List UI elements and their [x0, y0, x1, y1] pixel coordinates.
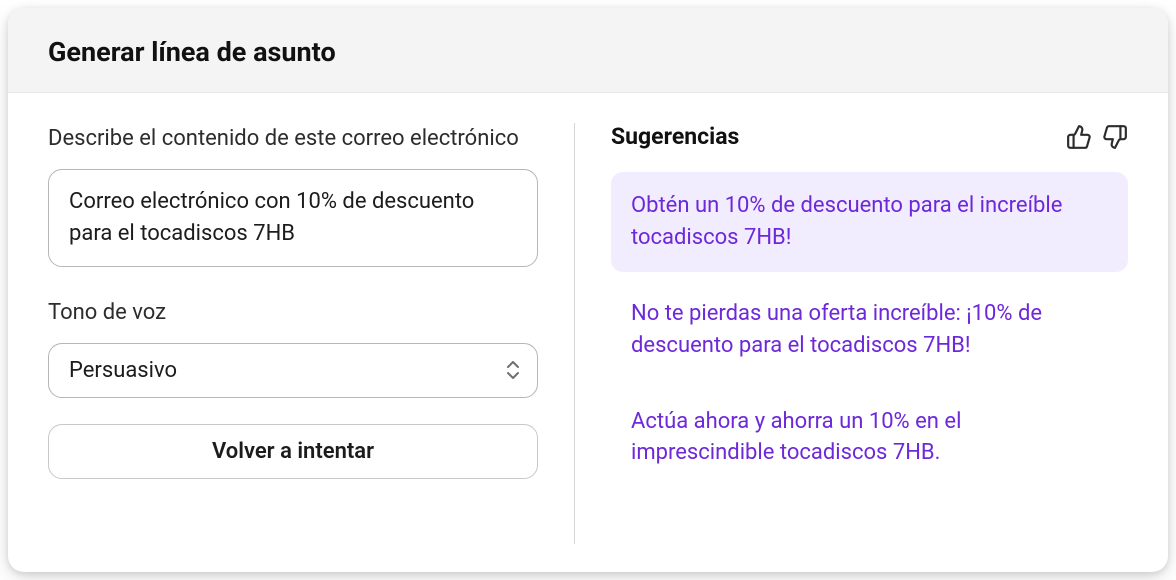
- subject-line-generator-card: Generar línea de asunto Describe el cont…: [8, 8, 1168, 572]
- tone-select-wrapper: Persuasivo: [48, 343, 538, 398]
- suggestion-item[interactable]: Actúa ahora y ahorra un 10% en el impres…: [611, 388, 1128, 488]
- suggestion-item[interactable]: Obtén un 10% de descuento para el increí…: [611, 172, 1128, 272]
- email-description-input[interactable]: Correo electrónico con 10% de descuento …: [48, 169, 538, 267]
- card-body: Describe el contenido de este correo ele…: [8, 93, 1168, 572]
- form-panel: Describe el contenido de este correo ele…: [48, 123, 568, 544]
- thumbs-up-icon[interactable]: [1066, 124, 1092, 150]
- suggestions-header: Sugerencias: [611, 123, 1128, 150]
- card-header: Generar línea de asunto: [8, 8, 1168, 93]
- suggestions-panel: Sugerencias: [581, 123, 1128, 544]
- description-label: Describe el contenido de este correo ele…: [48, 123, 538, 155]
- card-title: Generar línea de asunto: [48, 36, 1128, 68]
- retry-button[interactable]: Volver a intentar: [48, 424, 538, 479]
- suggestions-title: Sugerencias: [611, 123, 739, 150]
- suggestion-item[interactable]: No te pierdas una oferta increíble: ¡10%…: [611, 280, 1128, 380]
- tone-label: Tono de voz: [48, 297, 538, 329]
- thumbs-down-icon[interactable]: [1102, 124, 1128, 150]
- panel-divider: [574, 123, 575, 544]
- tone-select[interactable]: Persuasivo: [48, 343, 538, 398]
- suggestions-list: Obtén un 10% de descuento para el increí…: [611, 172, 1128, 487]
- feedback-icons: [1066, 124, 1128, 150]
